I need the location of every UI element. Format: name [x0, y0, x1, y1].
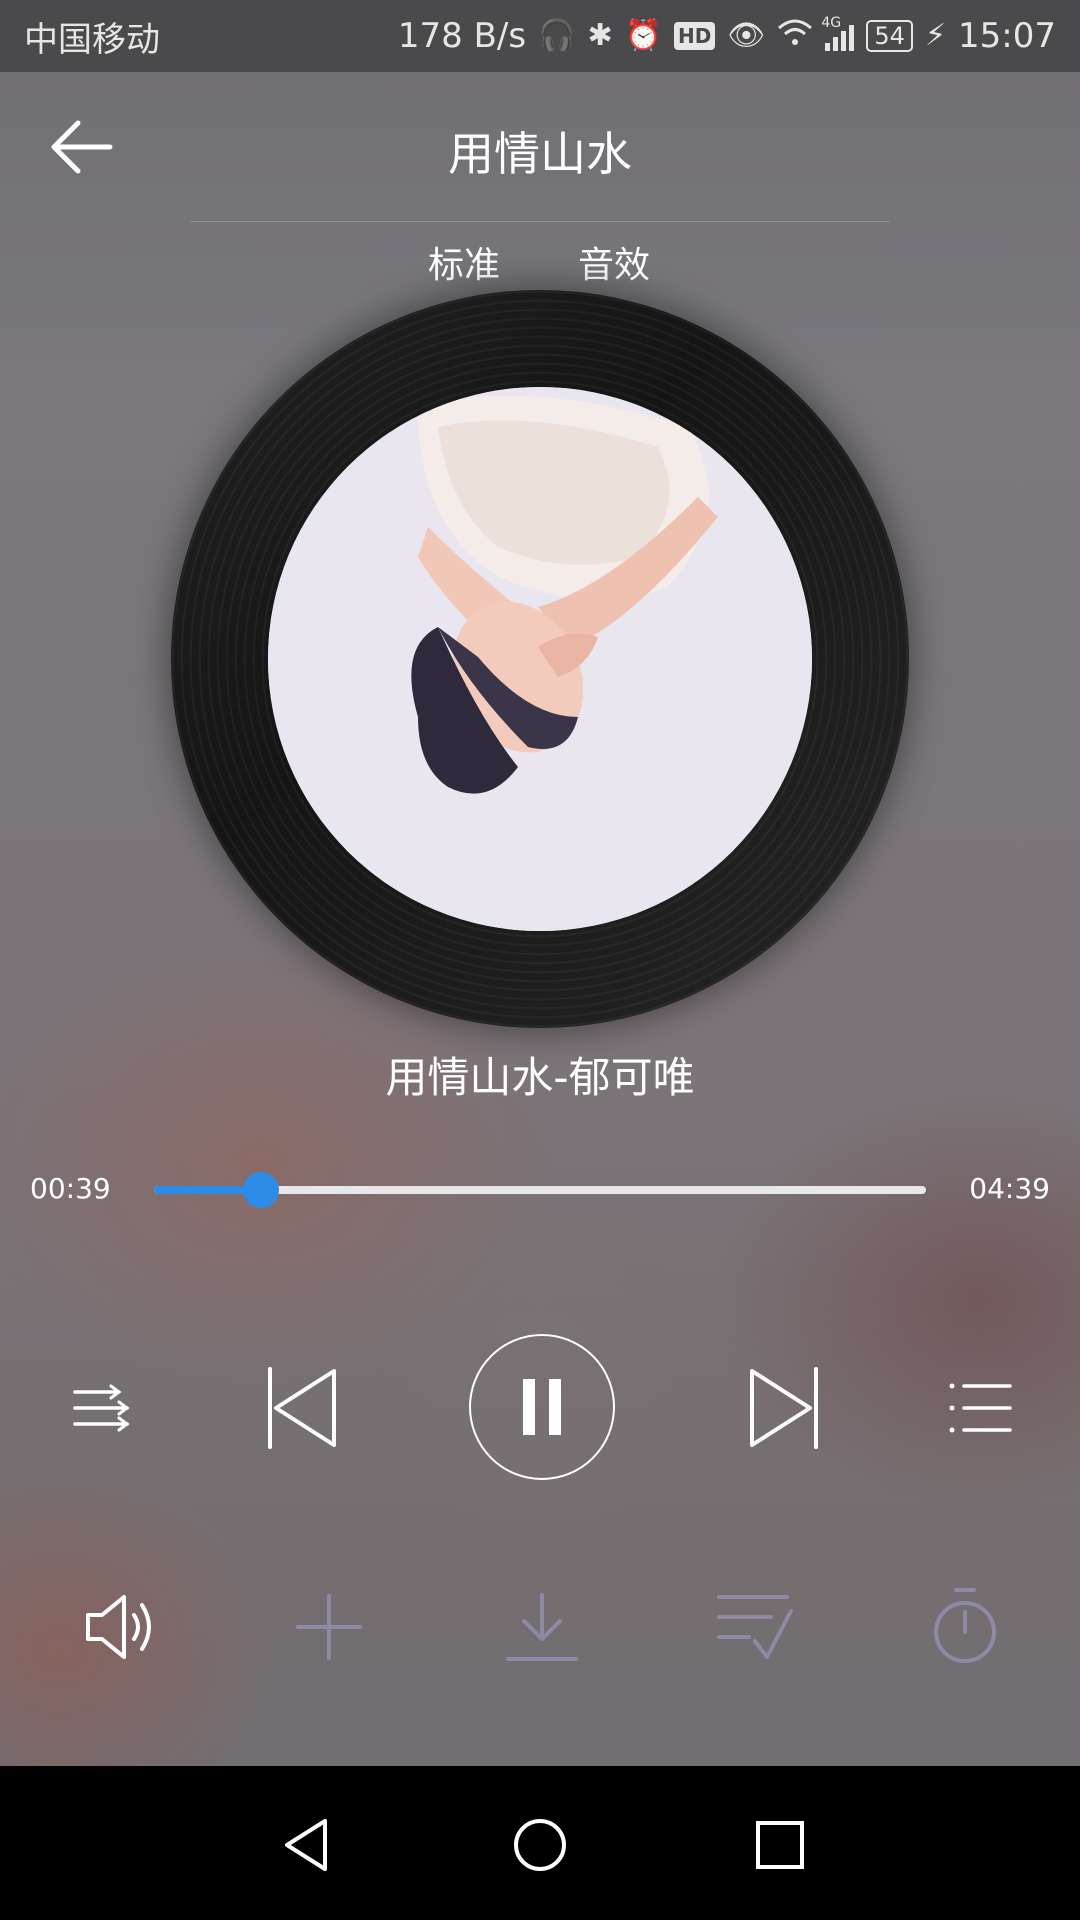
nav-back-button[interactable]	[272, 1810, 342, 1880]
current-time: 00:39	[30, 1172, 111, 1205]
status-icons: 178 B/s 🎧 ✱ ⏰ HD 👁 4G 54 ⚡ 15:07	[397, 15, 1056, 56]
hd-icon: HD	[673, 22, 716, 50]
nav-recents-button[interactable]	[745, 1810, 815, 1880]
download-button[interactable]	[502, 1590, 582, 1664]
wifi-icon	[777, 18, 813, 54]
nav-back-icon	[285, 1819, 327, 1871]
skip-next-icon	[750, 1367, 818, 1449]
title-divider	[190, 221, 890, 222]
next-button[interactable]	[744, 1364, 824, 1452]
page-title: 用情山水	[448, 127, 632, 181]
skip-previous-icon	[268, 1367, 336, 1449]
download-icon	[506, 1593, 578, 1661]
add-to-list-button[interactable]	[714, 1590, 796, 1664]
add-button[interactable]	[292, 1590, 366, 1664]
total-time: 04:39	[969, 1172, 1050, 1205]
album-cover	[268, 387, 812, 931]
volume-button[interactable]	[82, 1590, 162, 1664]
progress-slider[interactable]	[154, 1172, 926, 1208]
charging-icon: ⚡	[924, 18, 947, 53]
clock: 15:07	[958, 16, 1056, 56]
carrier-name: 中国移动	[24, 19, 160, 60]
timer-icon	[934, 1588, 996, 1663]
previous-button[interactable]	[262, 1364, 342, 1452]
nav-recents-icon	[756, 1821, 804, 1869]
network-speed: 178 B/s	[397, 16, 527, 56]
plus-icon	[296, 1594, 362, 1660]
battery-icon: 54	[866, 20, 913, 52]
nav-home-icon	[514, 1819, 566, 1871]
signal-icon: 4G	[821, 15, 855, 51]
playlist-icon	[949, 1383, 1012, 1433]
pause-button[interactable]	[469, 1334, 615, 1480]
status-bar: 中国移动 178 B/s 🎧 ✱ ⏰ HD 👁 4G 54 ⚡ 15:07	[0, 0, 1080, 72]
network-type: 4G	[821, 15, 842, 31]
alarm-icon: ⏰	[624, 18, 662, 53]
add-to-list-icon	[717, 1595, 793, 1659]
nav-home-button[interactable]	[505, 1810, 575, 1880]
sleep-timer-button[interactable]	[928, 1584, 1002, 1668]
volume-icon	[86, 1595, 151, 1659]
playlist-button[interactable]	[946, 1378, 1016, 1438]
bluetooth-icon: ✱	[587, 18, 613, 53]
play-order-button[interactable]	[66, 1378, 136, 1438]
navigation-bar	[0, 1766, 1080, 1920]
playlist-order-icon	[73, 1384, 130, 1432]
eye-comfort-icon: 👁	[727, 18, 766, 53]
headphones-icon: 🎧	[538, 18, 576, 53]
song-artist-label: 用情山水-郁可唯	[385, 1053, 695, 1102]
pause-icon	[523, 1379, 561, 1435]
